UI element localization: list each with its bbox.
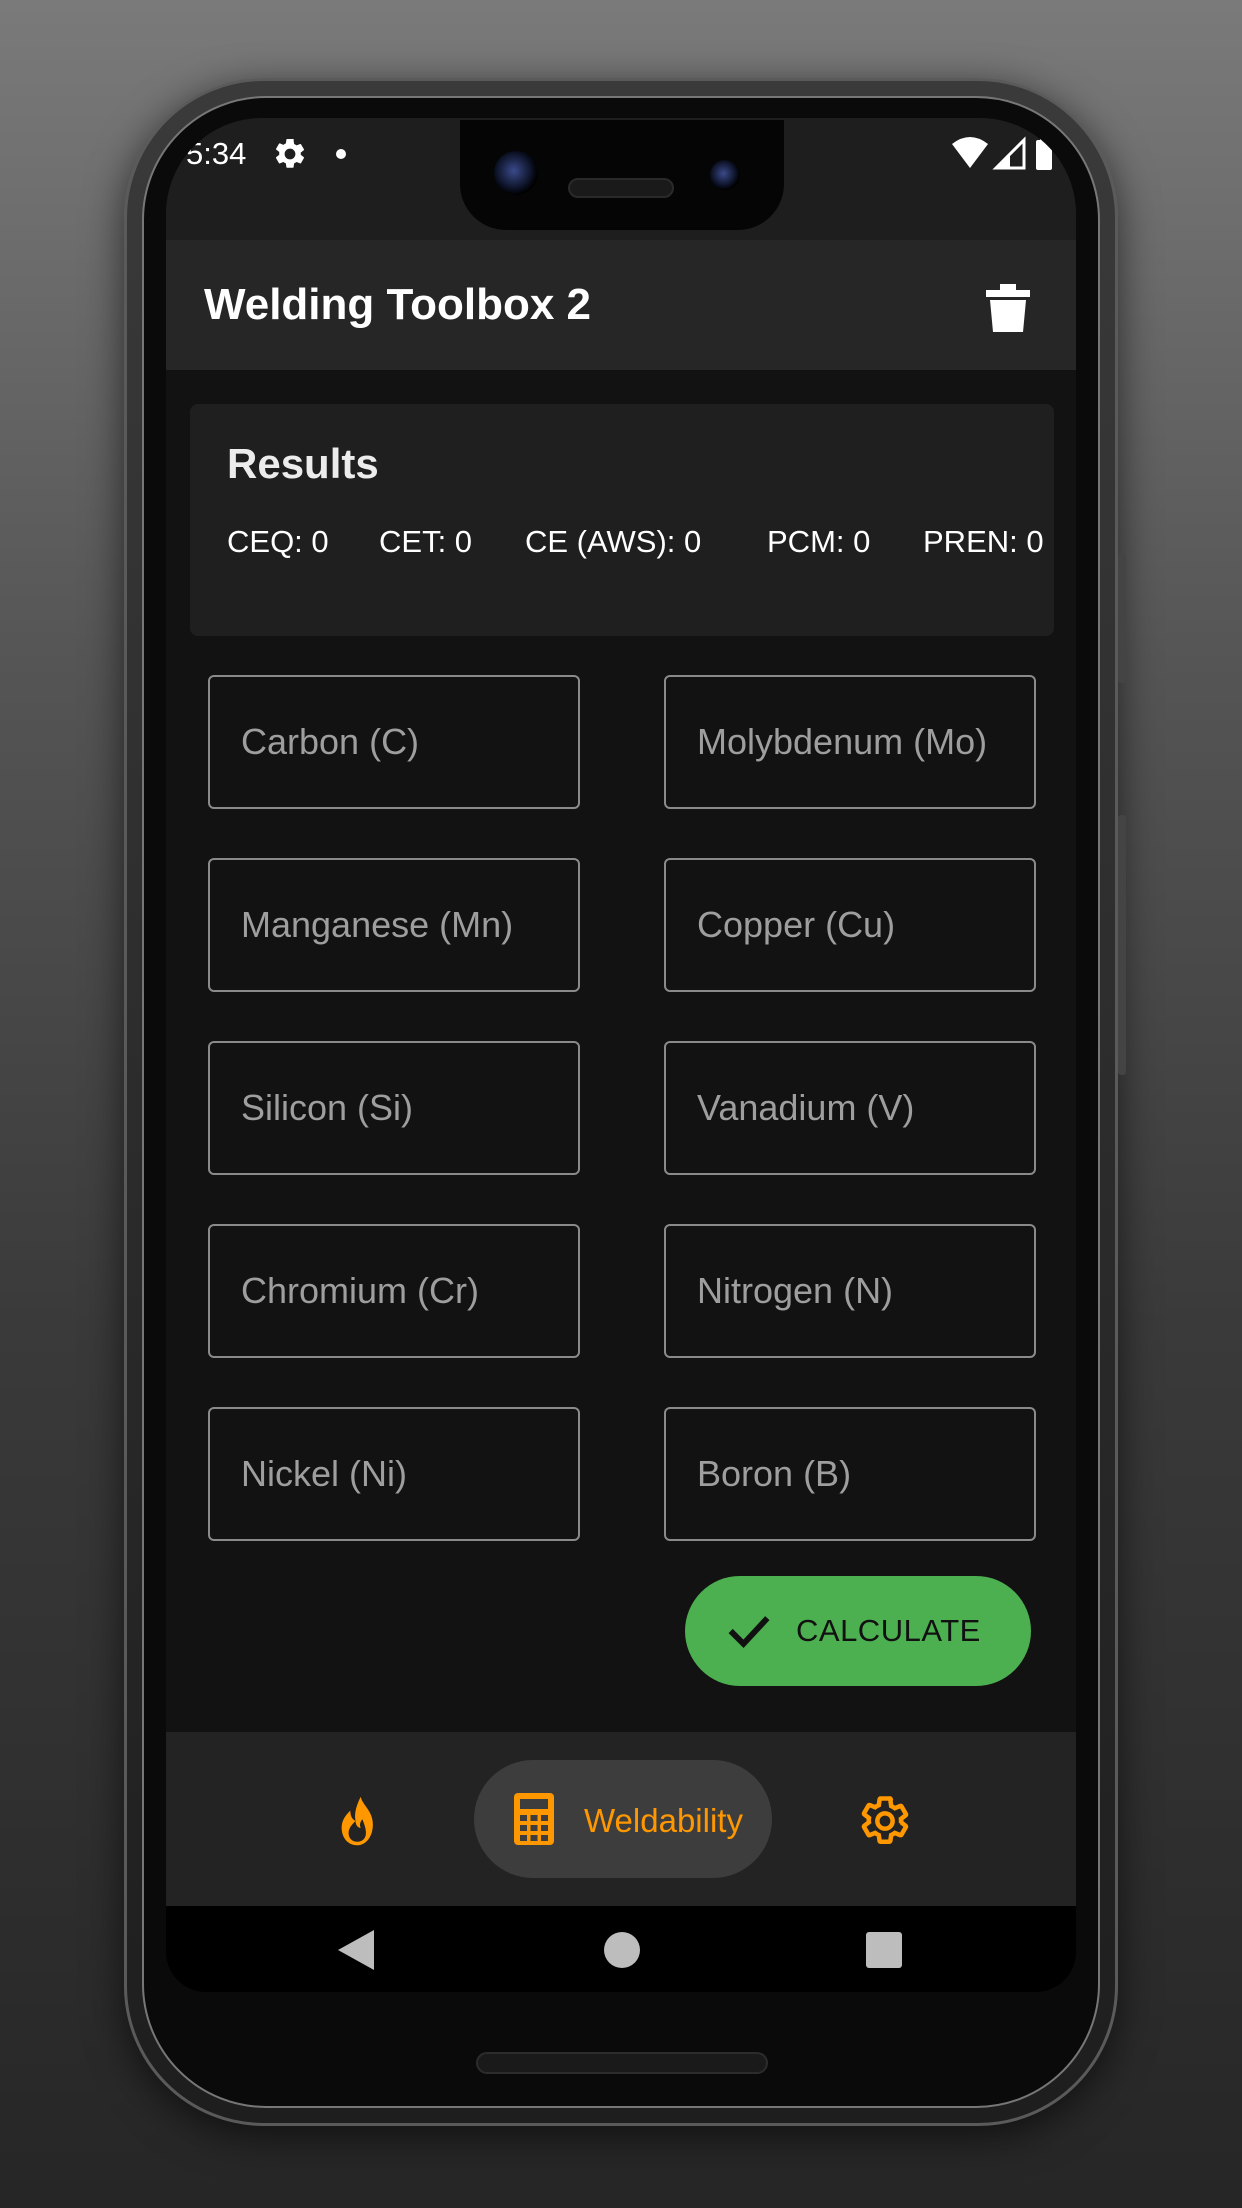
- manganese-input[interactable]: [208, 858, 580, 992]
- home-icon[interactable]: [604, 1932, 640, 1968]
- nitrogen-input[interactable]: [664, 1224, 1036, 1358]
- flame-icon[interactable]: [338, 1795, 380, 1847]
- result-ce-aws: CE (AWS): 0: [525, 524, 702, 559]
- nav-item-weldability[interactable]: Weldability: [474, 1760, 772, 1878]
- phone-bottom-speaker: [476, 2052, 768, 2074]
- calculate-label: CALCULATE: [796, 1613, 981, 1648]
- gear-icon[interactable]: [858, 1794, 912, 1848]
- result-cet: CET: 0: [379, 524, 473, 559]
- vanadium-input[interactable]: [664, 1041, 1036, 1175]
- status-system-icons: [952, 136, 1052, 170]
- earpiece-speaker: [568, 178, 674, 198]
- phone-volume-button: [1118, 815, 1126, 1075]
- result-pcm: PCM: 0: [767, 524, 871, 559]
- back-icon[interactable]: [338, 1930, 374, 1970]
- wifi-icon: [952, 137, 988, 168]
- front-camera: [494, 151, 538, 195]
- system-navigation-bar: [166, 1906, 1076, 1992]
- notification-dot-icon: [336, 149, 346, 159]
- app-bar: Welding Toolbox 2: [166, 240, 1076, 370]
- settings-icon: [275, 138, 305, 168]
- app-screen: 5:34 Welding Toolbox 2 Results CEQ: 0 CE…: [166, 118, 1076, 1992]
- results-card: Results CEQ: 0 CET: 0 CE (AWS): 0 PCM: 0…: [190, 404, 1054, 636]
- battery-icon: [1036, 140, 1052, 170]
- calculator-icon: [514, 1793, 554, 1845]
- phone-power-button: [1118, 553, 1126, 683]
- front-sensor: [710, 160, 740, 190]
- bottom-navigation: Weldability: [166, 1732, 1076, 1906]
- result-ceq: CEQ: 0: [227, 524, 329, 559]
- boron-input[interactable]: [664, 1407, 1036, 1541]
- app-title: Welding Toolbox 2: [204, 280, 592, 329]
- recents-icon[interactable]: [866, 1932, 902, 1968]
- trash-icon[interactable]: [986, 284, 1030, 332]
- silicon-input[interactable]: [208, 1041, 580, 1175]
- status-time: 5:34: [186, 136, 247, 171]
- check-icon: [728, 1616, 770, 1649]
- chromium-input[interactable]: [208, 1224, 580, 1358]
- result-pren: PREN: 0: [923, 524, 1044, 559]
- copper-input[interactable]: [664, 858, 1036, 992]
- molybdenum-input[interactable]: [664, 675, 1036, 809]
- results-title: Results: [227, 440, 379, 487]
- nickel-input[interactable]: [208, 1407, 580, 1541]
- carbon-input[interactable]: [208, 675, 580, 809]
- nav-label-weldability: Weldability: [584, 1802, 743, 1839]
- calculate-button[interactable]: CALCULATE: [685, 1576, 1031, 1686]
